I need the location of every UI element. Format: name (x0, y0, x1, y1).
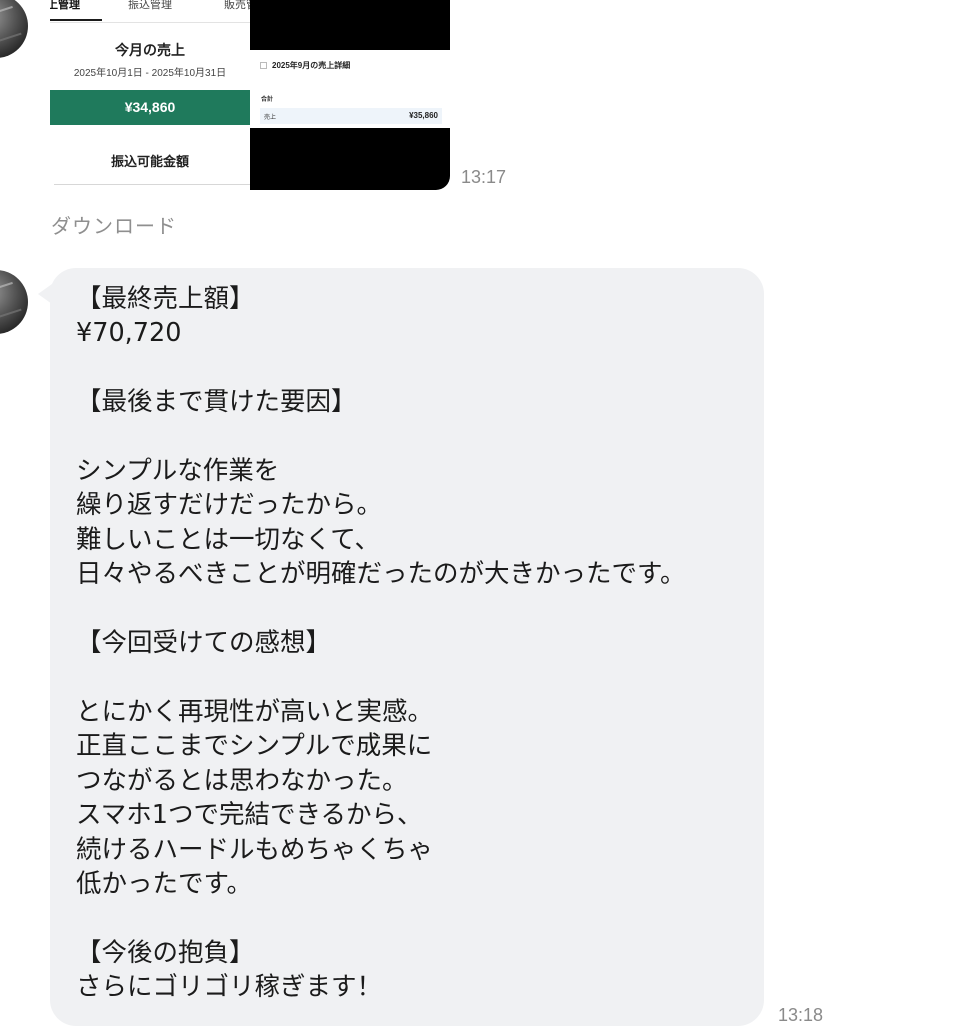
download-link[interactable]: ダウンロード (51, 210, 177, 239)
message-bubble[interactable]: 【最終売上額】 ¥70,720 【最後まで貫けた要因】 シンプルな作業を 繰り返… (38, 268, 764, 1026)
tab-sales: 売上管理 (50, 0, 80, 11)
sales-period: 2025年10月1日 - 2025年10月31日 (73, 68, 227, 79)
message-text: 【最終売上額】 ¥70,720 【最後まで貫けた要因】 シンプルな作業を 繰り返… (76, 284, 686, 1003)
divider (54, 184, 250, 185)
tab-product: 販売管理 (224, 0, 250, 11)
sales-screenshot-image[interactable]: 売上管理 振込管理 販売管理 今月の売上 2025年10月1日 - 2025年1… (50, 0, 250, 190)
cropped-detail-image[interactable]: 2025年9月の売上詳細 合計 売上 ¥35,860 (250, 0, 450, 190)
timestamp: 13:17 (461, 167, 507, 187)
sender-avatar[interactable] (0, 0, 28, 58)
active-tab-indicator (50, 19, 102, 21)
timestamp: 13:18 (778, 1005, 824, 1025)
sales-row: 売上 ¥35,860 (260, 108, 442, 124)
sales-detail-card: 2025年9月の売上詳細 合計 売上 ¥35,860 (250, 50, 450, 128)
sales-row-value: ¥35,860 (409, 111, 438, 120)
tab-transfer: 振込管理 (128, 0, 172, 11)
detail-title: 2025年9月の売上詳細 (260, 60, 350, 71)
sales-tabs: 売上管理 振込管理 販売管理 (50, 0, 250, 23)
sender-avatar[interactable] (0, 270, 28, 334)
total-label: 合計 (261, 97, 274, 103)
transferable-amount-label: 振込可能金額 (110, 154, 189, 169)
sales-row-label: 売上 (264, 115, 277, 121)
sales-amount: ¥34,860 (50, 90, 250, 125)
month-sales-title: 今月の売上 (115, 42, 185, 58)
